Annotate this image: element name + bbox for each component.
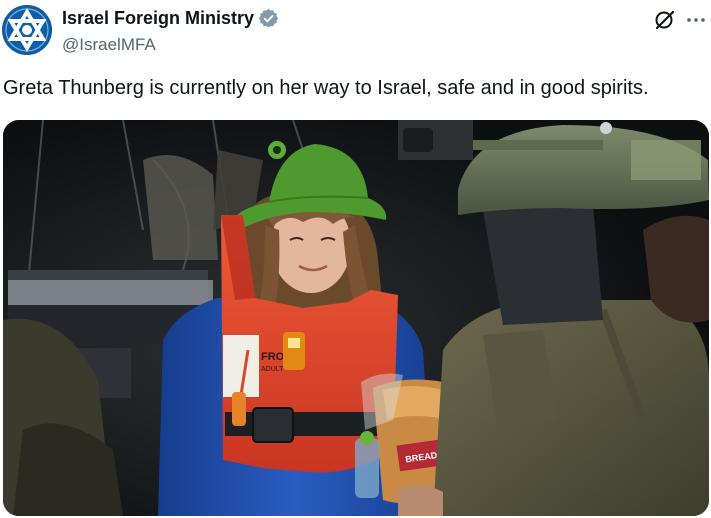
grok-icon[interactable]	[653, 8, 677, 32]
vest-label-text: FRO	[261, 351, 285, 363]
vest-label-sub: ADULT	[261, 366, 284, 373]
verified-badge-icon[interactable]	[258, 8, 279, 28]
account-avatar[interactable]	[2, 5, 52, 55]
star-of-david-emblem-icon	[2, 5, 52, 55]
photo-greta-thunberg: FRO ADULT BREAD	[3, 120, 709, 516]
tweet-photo[interactable]: FRO ADULT BREAD	[3, 120, 709, 516]
account-display-name[interactable]: Israel Foreign Ministry	[62, 6, 254, 30]
display-name-row: Israel Foreign Ministry	[62, 6, 279, 30]
more-options-icon[interactable]	[684, 8, 708, 32]
account-name-block: Israel Foreign Ministry @IsraelMFA	[62, 6, 279, 57]
tweet-header: Israel Foreign Ministry @IsraelMFA	[0, 0, 711, 62]
account-handle[interactable]: @IsraelMFA	[62, 33, 278, 57]
tweet-text: Greta Thunberg is currently on her way t…	[3, 77, 649, 99]
